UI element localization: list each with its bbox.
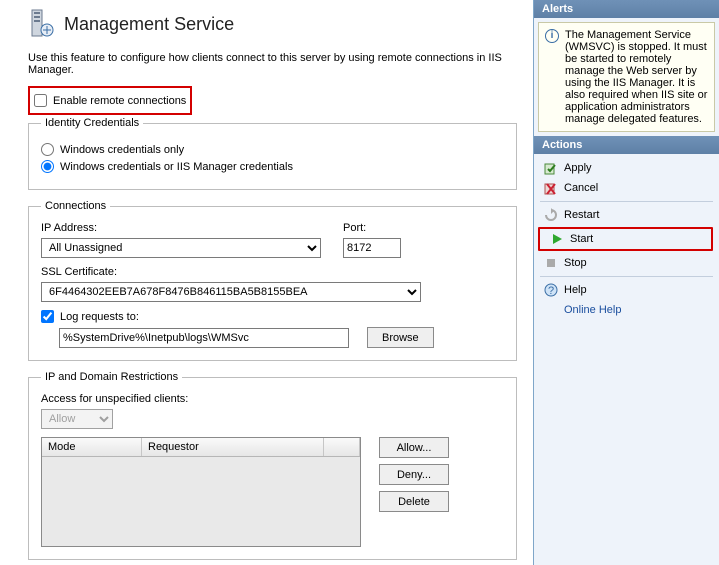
allow-button[interactable]: Allow... <box>379 437 449 458</box>
alerts-header: Alerts <box>534 0 719 18</box>
col-requestor[interactable]: Requestor <box>142 438 324 456</box>
ip-select[interactable]: All Unassigned <box>41 238 321 258</box>
svg-text:?: ? <box>548 285 554 297</box>
restart-icon <box>544 208 558 222</box>
identity-fieldset: Identity Credentials Windows credentials… <box>28 117 517 190</box>
start-icon <box>550 232 564 246</box>
log-path-input[interactable] <box>59 328 349 348</box>
info-icon: i <box>545 29 559 43</box>
port-label: Port: <box>343 222 401 234</box>
page-title: Management Service <box>64 14 234 35</box>
cancel-icon <box>544 181 558 195</box>
blank-icon <box>544 303 558 317</box>
access-select[interactable]: Allow <box>41 409 113 429</box>
start-highlight: Start <box>538 227 713 251</box>
alert-message: i The Management Service (WMSVC) is stop… <box>538 22 715 132</box>
cancel-label: Cancel <box>564 182 598 194</box>
help-label: Help <box>564 284 587 296</box>
access-label: Access for unspecified clients: <box>41 393 504 405</box>
help-action[interactable]: ? Help <box>534 280 719 300</box>
enable-remote-checkbox[interactable]: Enable remote connections <box>34 94 186 107</box>
cancel-action[interactable]: Cancel <box>534 178 719 198</box>
ssl-label: SSL Certificate: <box>41 266 504 278</box>
restrictions-fieldset: IP and Domain Restrictions Access for un… <box>28 371 517 560</box>
connections-legend: Connections <box>41 200 110 212</box>
online-help-action[interactable]: Online Help <box>534 300 719 320</box>
restart-action: Restart <box>534 205 719 225</box>
online-help-label: Online Help <box>564 304 621 316</box>
port-input[interactable] <box>343 238 401 258</box>
side-panel: Alerts i The Management Service (WMSVC) … <box>533 0 719 565</box>
alert-text: The Management Service (WMSVC) is stoppe… <box>565 29 708 125</box>
stop-label: Stop <box>564 257 587 269</box>
help-icon: ? <box>544 283 558 297</box>
radio-windows-or-iis-label: Windows credentials or IIS Manager crede… <box>60 161 293 173</box>
start-action[interactable]: Start <box>540 229 711 249</box>
deny-button[interactable]: Deny... <box>379 464 449 485</box>
col-mode[interactable]: Mode <box>42 438 142 456</box>
log-requests-checkbox[interactable]: Log requests to: <box>41 310 504 323</box>
apply-label: Apply <box>564 162 592 174</box>
main-panel: Management Service Use this feature to c… <box>0 0 533 565</box>
page-description: Use this feature to configure how client… <box>28 52 517 76</box>
col-spacer <box>324 438 360 456</box>
restrictions-legend: IP and Domain Restrictions <box>41 371 182 383</box>
apply-action[interactable]: Apply <box>534 158 719 178</box>
server-icon <box>28 8 54 40</box>
radio-windows-or-iis[interactable]: Windows credentials or IIS Manager crede… <box>41 160 504 173</box>
radio-windows-only-label: Windows credentials only <box>60 144 184 156</box>
ssl-select[interactable]: 6F4464302EEB7A678F8476B846115BA5B8155BEA <box>41 282 421 302</box>
enable-remote-label: Enable remote connections <box>53 95 186 107</box>
restart-label: Restart <box>564 209 599 221</box>
connections-fieldset: Connections IP Address: All Unassigned P… <box>28 200 517 361</box>
stop-action: Stop <box>534 253 719 273</box>
browse-button[interactable]: Browse <box>367 327 434 348</box>
identity-legend: Identity Credentials <box>41 117 143 129</box>
enable-remote-highlight: Enable remote connections <box>28 86 192 115</box>
ip-label: IP Address: <box>41 222 321 234</box>
stop-icon <box>544 256 558 270</box>
radio-windows-only[interactable]: Windows credentials only <box>41 143 504 156</box>
delete-button[interactable]: Delete <box>379 491 449 512</box>
actions-header: Actions <box>534 136 719 154</box>
restrictions-table[interactable]: Mode Requestor <box>41 437 361 547</box>
apply-icon <box>544 161 558 175</box>
start-label: Start <box>570 233 593 245</box>
log-requests-label: Log requests to: <box>60 311 139 323</box>
